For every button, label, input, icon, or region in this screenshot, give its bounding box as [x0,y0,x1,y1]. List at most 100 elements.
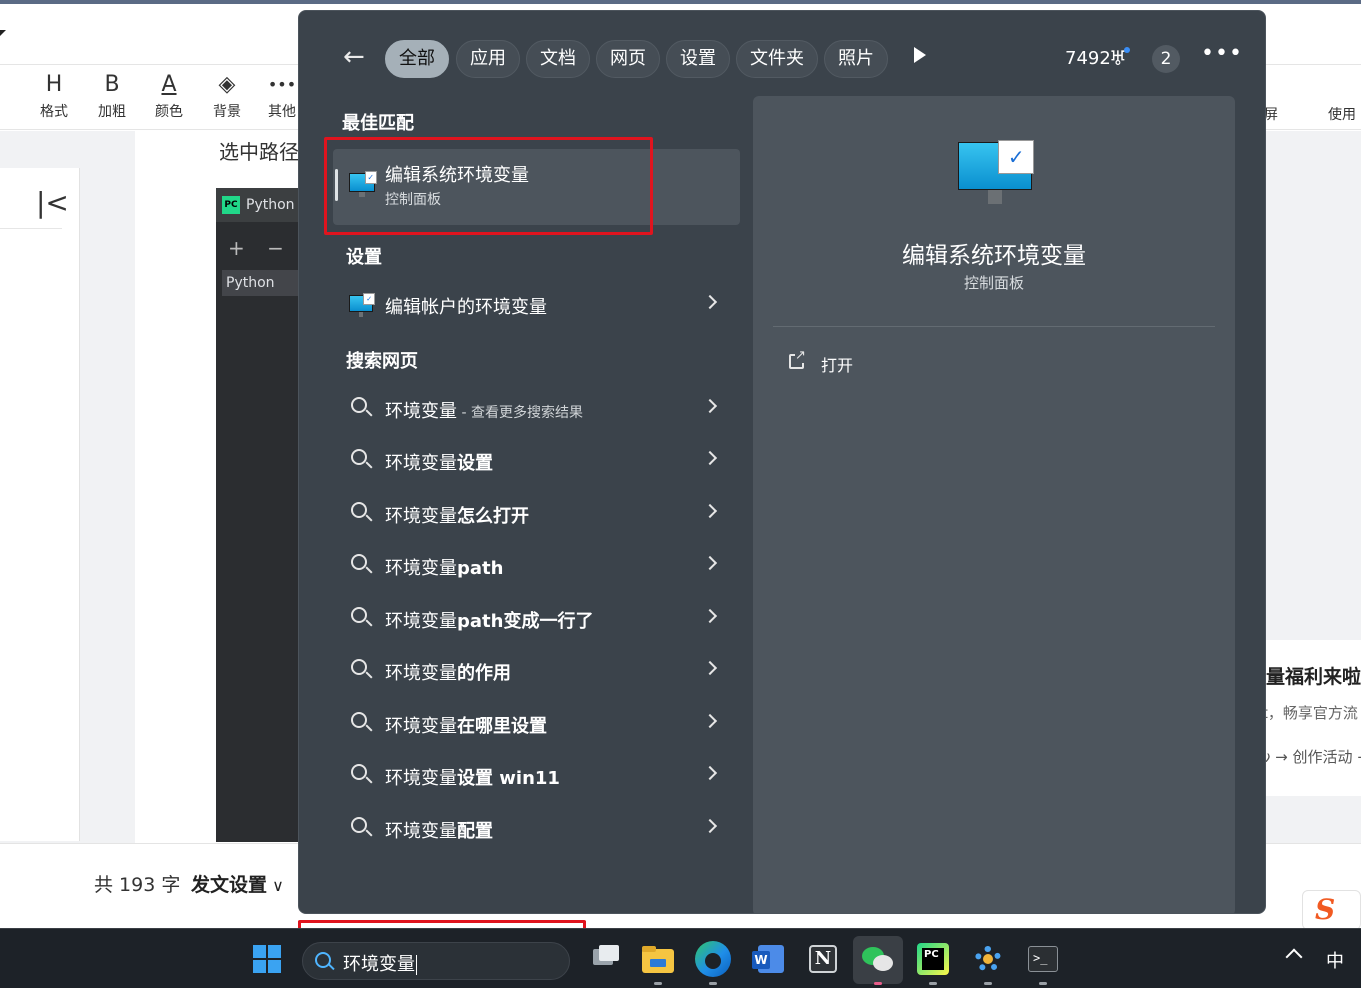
query-prefix: 环境变量 [385,611,457,632]
web-result-row[interactable]: 环境变量设置 [333,437,740,483]
query-suffix: 的作用 [457,663,511,684]
fullscreen-label[interactable]: 屏 [1264,104,1278,124]
web-result-row[interactable]: 环境变量在哪里设置 [333,700,740,746]
bold-button[interactable]: B 加粗 [84,71,140,121]
best-match-heading: 最佳匹配 [342,113,414,134]
terminal-icon[interactable]: >_ [1025,941,1061,977]
control-panel-large-icon: ✓ [958,140,1034,204]
chevron-right-icon [702,503,718,519]
filter-photos[interactable]: 照片 [824,40,888,78]
sogou-ime-badge[interactable]: S [1302,890,1361,928]
running-indicator [654,982,662,985]
chevron-right-icon [702,608,718,624]
result-preview-pane: ✓ 编辑系统环境变量 控制面板 打开 [753,96,1235,913]
chevron-right-icon [702,765,718,781]
edge-browser-icon[interactable] [695,941,731,977]
taskbar: 环境变量 W N PC >_ 中 [0,928,1361,988]
background-button[interactable]: ◈ 背景 [199,71,255,121]
settings-gear-icon[interactable] [970,941,1006,977]
windows-start-icon[interactable] [253,945,281,973]
search-icon [351,817,367,833]
publish-settings-button[interactable]: 发文设置 ∨ [191,870,284,897]
format-label: 格式 [40,104,68,120]
input-method-indicator[interactable]: 中 [1326,947,1344,973]
filter-folders[interactable]: 文件夹 [736,40,818,78]
color-label: 颜色 [155,104,183,120]
chevron-down-icon: ∨ [267,876,284,895]
wechat-icon[interactable] [860,941,896,977]
promo-subtitle: t，畅享官方流 [1262,704,1358,722]
taskbar-search-input[interactable]: 环境变量 [343,950,417,976]
promo-card[interactable]: 量福利来啦 t，畅享官方流 ν → 创作活动 → [1262,640,1361,796]
web-result-label: 环境变量 - 查看更多搜索结果 [385,397,583,423]
chevron-right-icon [702,713,718,729]
web-result-row[interactable]: 环境变量设置 win11 [333,752,740,798]
word-icon[interactable]: W [750,941,786,977]
open-external-icon [789,348,806,369]
query-prefix: 环境变量 [385,558,457,579]
query-suffix: 在哪里设置 [457,716,547,737]
pycharm-icon[interactable]: PC [915,941,951,977]
chevron-right-icon [702,818,718,834]
chevron-right-icon [702,660,718,676]
filter-settings[interactable]: 设置 [666,40,730,78]
chevron-right-icon [702,450,718,466]
search-icon [351,397,367,413]
filter-all[interactable]: 全部 [385,40,449,78]
web-result-row[interactable]: 环境变量怎么打开 [333,490,740,536]
heading-icon: H [45,72,63,97]
rewards-points[interactable]: 7492 [1065,48,1111,69]
notification-badge[interactable]: 2 [1152,45,1180,73]
query-prefix: 环境变量 [385,401,457,422]
filter-apps[interactable]: 应用 [456,40,520,78]
search-icon [351,607,367,623]
query-prefix: 环境变量 [385,768,457,789]
format-button[interactable]: H 格式 [26,71,82,121]
settings-heading: 设置 [346,247,382,268]
collapse-panel-icon[interactable]: |< [36,186,69,219]
preview-divider [773,326,1215,327]
notion-icon[interactable]: N [805,941,841,977]
background-label: 背景 [213,104,241,120]
web-result-row[interactable]: 环境变量配置 [333,805,740,851]
taskbar-search-box[interactable]: 环境变量 [302,942,570,980]
web-result-label: 环境变量设置 win11 [385,764,560,790]
back-arrow-icon[interactable]: ← [343,43,365,71]
ide-interpreter-item: Python [222,270,306,296]
settings-result-row[interactable]: ✓ 编辑帐户的环境变量 [333,281,740,327]
query-hint: - 查看更多搜索结果 [457,405,583,421]
web-result-label: 环境变量的作用 [385,659,511,685]
query-prefix: 环境变量 [385,716,457,737]
file-explorer-icon[interactable] [640,941,676,977]
query-suffix: 怎么打开 [457,506,529,527]
tray-overflow-chevron-icon[interactable] [1285,948,1303,966]
web-result-row[interactable]: 环境变量path [333,542,740,588]
filter-web[interactable]: 网页 [596,40,660,78]
web-result-row[interactable]: 环境变量path变成一行了 [333,595,740,641]
query-suffix: 设置 [457,453,493,474]
web-result-label: 环境变量在哪里设置 [385,712,547,738]
query-prefix: 环境变量 [385,821,457,842]
text-caret [416,955,417,975]
web-result-label: 环境变量path [385,554,503,580]
ide-title-bar: PC Python [216,188,306,222]
promo-link[interactable]: ν → 创作活动 → [1262,746,1361,767]
web-result-row[interactable]: 环境变量 - 查看更多搜索结果 [333,385,740,431]
web-result-label: 环境变量配置 [385,817,493,843]
color-button[interactable]: A 颜色 [141,71,197,121]
play-more-filters-icon[interactable] [914,47,926,63]
web-result-label: 环境变量怎么打开 [385,502,529,528]
search-icon [351,712,367,728]
task-view-icon[interactable] [589,941,625,977]
corner-triangle-icon [0,30,6,36]
more-options-icon[interactable]: ••• [1201,41,1243,66]
usage-label[interactable]: 使用 [1328,104,1356,124]
word-count: 共 193 字 [94,874,181,896]
pycharm-logo-icon: PC [222,196,240,214]
chevron-right-icon [702,294,718,310]
query-prefix: 环境变量 [385,506,457,527]
web-result-row[interactable]: 环境变量的作用 [333,647,740,693]
filter-documents[interactable]: 文档 [526,40,590,78]
font-color-icon: A [161,72,177,97]
query-suffix: path [457,558,504,579]
